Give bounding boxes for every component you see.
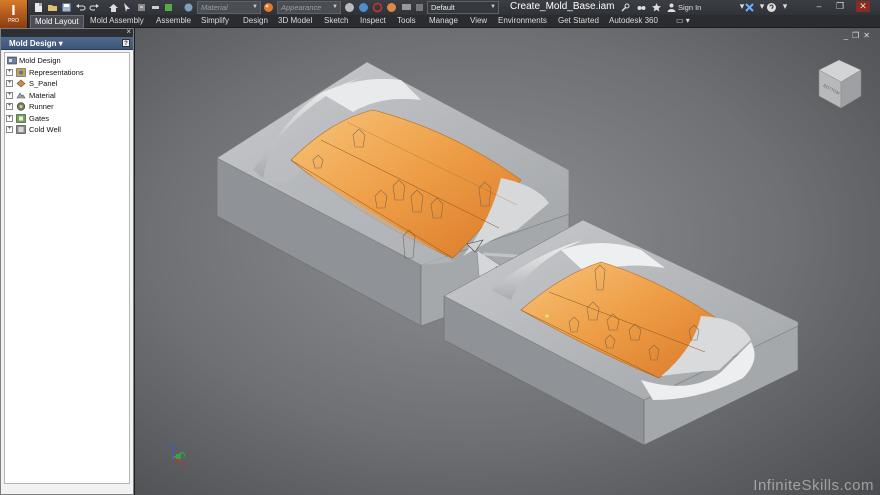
sign-in-link[interactable]: Sign In [678, 3, 701, 12]
open-file-icon[interactable] [47, 2, 58, 13]
browser-tree: Mold Design + Representations + S_Panel … [4, 52, 130, 484]
update-icon[interactable] [136, 2, 147, 13]
material-browser-icon[interactable] [386, 2, 397, 13]
svg-text:x: x [183, 466, 186, 472]
view-rep-icon[interactable] [414, 2, 425, 13]
clear-appearance-icon[interactable] [344, 2, 355, 13]
restore-window-icon[interactable]: ❐ [833, 1, 847, 12]
tree-node-material[interactable]: + Material [5, 90, 129, 102]
inventor-logo-icon: I [11, 2, 16, 19]
tree-node-s-panel[interactable]: + S_Panel [5, 78, 129, 90]
sync-icon[interactable] [372, 2, 383, 13]
view-representation-dropdown[interactable]: Default ▼ [427, 1, 499, 14]
tab-inspect[interactable]: Inspect [356, 15, 390, 28]
select-icon[interactable] [122, 2, 133, 13]
runner-icon [16, 102, 26, 111]
svg-text:z: z [167, 441, 170, 447]
tab-assemble[interactable]: Assemble [152, 15, 195, 28]
adjust-appearance-icon[interactable] [358, 2, 369, 13]
gates-icon [16, 113, 26, 123]
mold-model-scene[interactable]: BOTTOM z x y [135, 28, 880, 495]
expand-plus-icon[interactable]: + [6, 80, 13, 87]
part-icon [16, 79, 26, 88]
save-icon[interactable] [61, 2, 72, 13]
expand-plus-icon[interactable]: + [6, 91, 13, 99]
document-title: Create_Mold_Base.iam [510, 1, 615, 12]
new-file-icon[interactable] [33, 2, 44, 13]
expand-plus-icon[interactable]: + [6, 126, 13, 133]
measure-icon[interactable] [150, 2, 161, 13]
appearance-ball-icon[interactable] [263, 2, 274, 13]
tab-environments[interactable]: Environments [494, 15, 551, 28]
color-wheel-icon[interactable] [183, 2, 194, 13]
representations-icon [16, 67, 26, 77]
tab-get-started[interactable]: Get Started [554, 15, 603, 28]
tree-node-gates[interactable]: + Gates [5, 113, 129, 125]
browser-title-dropdown[interactable]: Mold Design ▾ ? [1, 37, 133, 50]
tab-manage[interactable]: Manage [425, 15, 462, 28]
close-icon[interactable]: × [126, 27, 131, 36]
tab-design[interactable]: Design [239, 15, 272, 28]
tab-tools[interactable]: Tools [393, 15, 420, 28]
minimize-window-icon[interactable]: – [812, 1, 826, 12]
application-menu-button[interactable]: I PRO [0, 0, 28, 28]
close-window-icon[interactable]: ✕ [856, 1, 870, 12]
search-tools-icon[interactable] [620, 2, 631, 13]
ribbon-options-icon[interactable]: ▭ ▾ [672, 15, 694, 28]
chevron-down-icon: ▾ [58, 39, 63, 48]
cold-well-icon [16, 125, 26, 134]
exchange-apps-icon[interactable] [744, 2, 755, 13]
chevron-down-icon: ▼ [252, 4, 258, 10]
title-bar: I PRO Material ▼ Appearance ▼ Default ▼ Cre… [0, 0, 880, 28]
tree-node-cold-well[interactable]: + Cold Well [5, 124, 129, 136]
tree-node-representations[interactable]: + Representations [5, 67, 129, 79]
tab-mold-assembly[interactable]: Mold Assembly [86, 15, 148, 28]
tab-3d-model[interactable]: 3D Model [274, 15, 316, 28]
undo-icon[interactable] [75, 2, 86, 13]
favorites-star-icon[interactable] [651, 2, 662, 13]
tab-autodesk-360[interactable]: Autodesk 360 [605, 15, 662, 28]
material-dropdown[interactable]: Material ▼ [197, 1, 261, 14]
axis-triad: z x y [167, 441, 186, 472]
tree-root-mold-design[interactable]: Mold Design [5, 55, 129, 67]
user-icon[interactable] [666, 2, 677, 13]
svg-text:y: y [183, 452, 186, 458]
assembly-icon [7, 56, 17, 65]
appearance-dropdown[interactable]: Appearance ▼ [277, 1, 341, 14]
chevron-down-icon: ▼ [332, 4, 338, 10]
help-icon[interactable] [766, 2, 777, 13]
tab-sketch[interactable]: Sketch [320, 15, 352, 28]
binoculars-icon[interactable] [636, 2, 647, 13]
tab-simplify[interactable]: Simplify [197, 15, 233, 28]
redo-icon[interactable] [89, 2, 100, 13]
watermark: InfiniteSkills.com [753, 477, 874, 494]
help-icon[interactable]: ? [122, 39, 130, 47]
tab-mold-layout[interactable]: Mold Layout [30, 15, 84, 28]
graphics-viewport[interactable]: _❐✕ BOTTOM z x y InfiniteSkills.com [134, 28, 880, 495]
tab-view[interactable]: View [466, 15, 491, 28]
display-icon[interactable] [401, 2, 412, 13]
expand-plus-icon[interactable]: + [6, 114, 13, 122]
chevron-down-icon: ▼ [490, 4, 496, 10]
ribbon-tab-bar: Mold Layout Mold Assembly Assemble Simpl… [28, 15, 880, 28]
model-browser-panel: × Mold Design ▾ ? Mold Design + Represen… [0, 27, 134, 495]
expand-plus-icon[interactable]: + [6, 103, 13, 110]
tree-node-runner[interactable]: + Runner [5, 101, 129, 113]
chevron-down-icon[interactable]: ▾ [778, 1, 792, 12]
project-icon[interactable] [163, 2, 174, 13]
material-icon [16, 91, 26, 98]
expand-plus-icon[interactable]: + [6, 68, 13, 76]
home-icon[interactable] [108, 2, 119, 13]
